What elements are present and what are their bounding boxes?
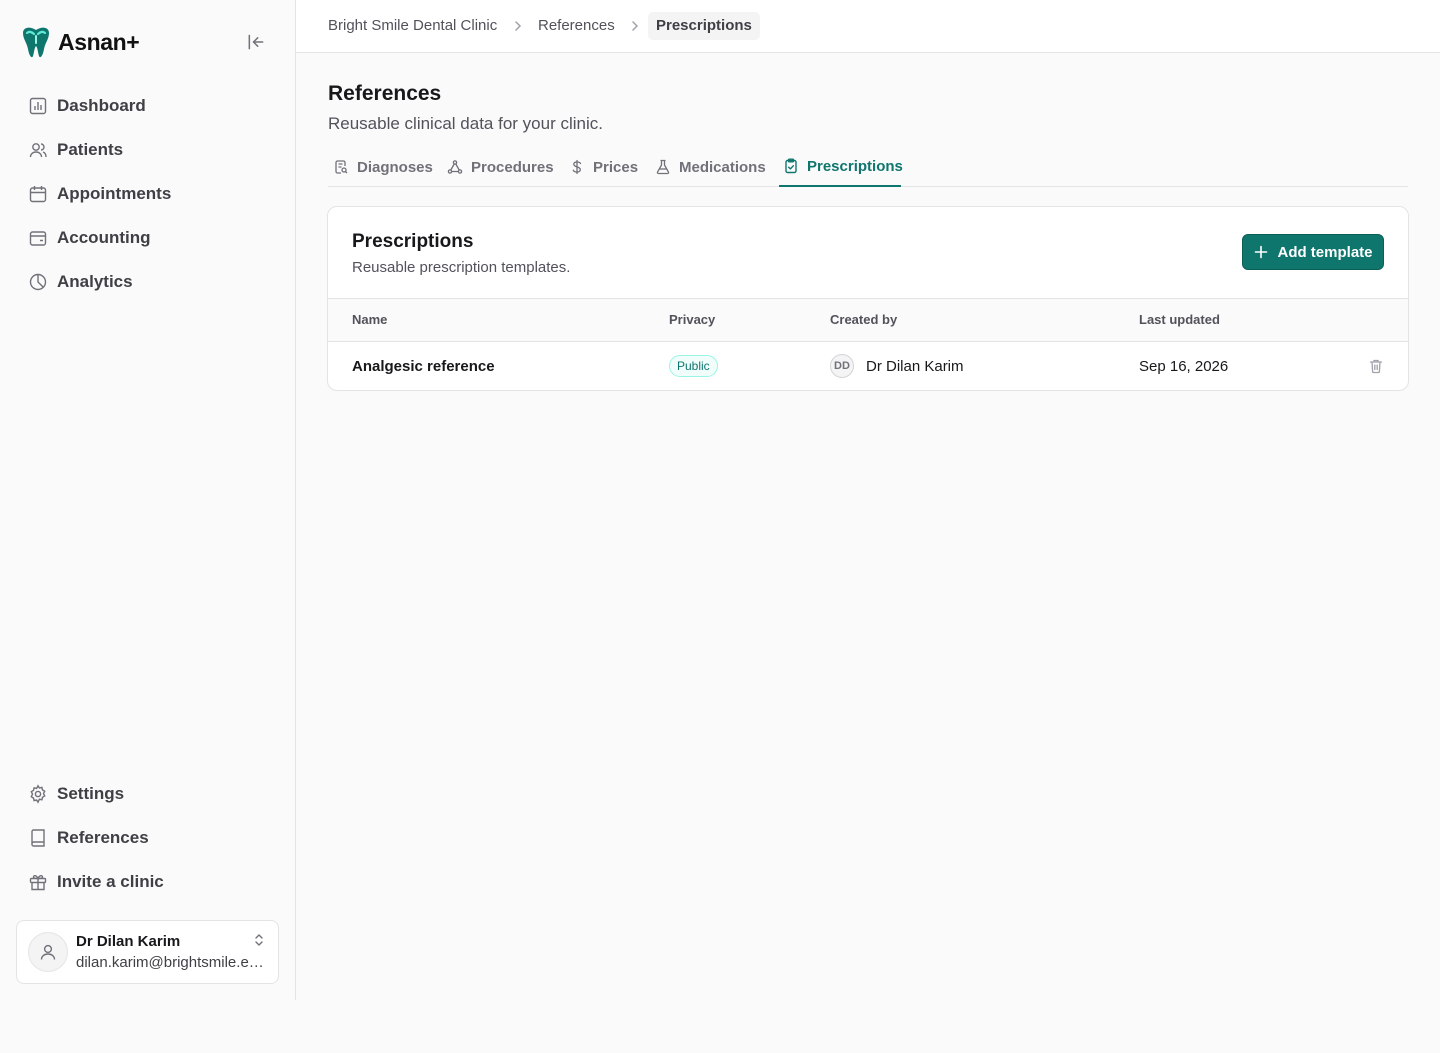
- tab-medications[interactable]: Medications: [655, 147, 766, 187]
- sidebar-item-label: References: [57, 828, 149, 847]
- brand-name: Asnan+: [58, 28, 140, 55]
- sidebar-item-label: Appointments: [57, 184, 172, 203]
- reference-tabs: Diagnoses Procedures Prices Medications …: [328, 147, 1408, 187]
- tab-label: Prescriptions: [807, 157, 903, 175]
- page-subtitle: Reusable clinical data for your clinic.: [328, 114, 603, 133]
- chevron-up-down-icon: [255, 934, 263, 946]
- user-name: Dr Dilan Karim: [76, 933, 181, 950]
- template-name: Analgesic reference: [352, 358, 495, 375]
- sidebar-item-patients[interactable]: Patients: [18, 132, 278, 168]
- sidebar-item-references[interactable]: References: [18, 820, 278, 856]
- column-header-name[interactable]: Name: [352, 312, 387, 327]
- chevron-right-icon: [515, 21, 522, 31]
- gift-icon: [29, 874, 47, 891]
- users-icon: [29, 143, 47, 158]
- creator-avatar: DD: [830, 354, 854, 378]
- sidebar-item-dashboard[interactable]: Dashboard: [18, 88, 278, 124]
- sidebar-item-appointments[interactable]: Appointments: [18, 176, 278, 212]
- chevron-right-icon: [632, 21, 639, 31]
- book-icon: [31, 829, 45, 847]
- user-email: dilan.karim@brightsmile.example.com: [76, 954, 268, 971]
- privacy-badge: Public: [669, 355, 718, 377]
- flask-icon: [656, 159, 670, 175]
- creator-name: Dr Dilan Karim: [866, 358, 964, 375]
- sidebar-item-settings[interactable]: Settings: [18, 776, 278, 812]
- sidebar-item-label: Patients: [57, 140, 124, 159]
- tab-label: Procedures: [471, 158, 554, 176]
- sidebar-item-label: Settings: [57, 784, 125, 803]
- last-updated: Sep 16, 2026: [1139, 358, 1229, 375]
- tab-label: Diagnoses: [357, 158, 433, 176]
- plus-icon: [1255, 245, 1268, 259]
- tooth-logo-icon: [23, 27, 49, 58]
- sidebar-item-label: Dashboard: [57, 96, 146, 115]
- sidebar-item-label: Accounting: [57, 228, 151, 247]
- add-template-button[interactable]: Add template: [1242, 234, 1384, 270]
- breadcrumb-clinic[interactable]: Bright Smile Dental Clinic: [328, 17, 497, 34]
- brand[interactable]: Asnan+: [18, 24, 140, 60]
- panel-collapse-icon: [248, 34, 264, 50]
- sidebar-item-label: Analytics: [57, 272, 133, 291]
- sidebar: Asnan+ Dashboard Patients Appointments A…: [0, 0, 296, 1000]
- chart-icon: [29, 97, 47, 115]
- sidebar-item-analytics[interactable]: Analytics: [18, 264, 278, 300]
- breadcrumb-current: Prescriptions: [648, 12, 760, 40]
- sidebar-item-accounting[interactable]: Accounting: [18, 220, 278, 256]
- calendar-icon: [29, 186, 47, 203]
- wallet-icon: [29, 231, 47, 246]
- clipboard-check-icon: [785, 158, 797, 174]
- dollar-icon: [572, 159, 582, 175]
- file-search-icon: [335, 160, 348, 174]
- pie-chart-icon: [29, 273, 47, 291]
- tab-diagnoses[interactable]: Diagnoses: [333, 147, 433, 187]
- breadcrumb-references[interactable]: References: [538, 17, 615, 34]
- avatar: [28, 932, 68, 972]
- tab-prices[interactable]: Prices: [569, 147, 638, 187]
- user-menu[interactable]: Dr Dilan Karim dilan.karim@brightsmile.e…: [16, 920, 279, 984]
- column-header-privacy[interactable]: Privacy: [669, 312, 715, 327]
- user-icon: [40, 944, 56, 960]
- table-row[interactable]: Analgesic reference Public DD Dr Dilan K…: [328, 342, 1408, 390]
- sidebar-item-invite-clinic[interactable]: Invite a clinic: [18, 864, 278, 900]
- card-description: Reusable prescription templates.: [352, 259, 571, 276]
- table-header: Name Privacy Created by Last updated: [328, 298, 1408, 342]
- breadcrumb: Bright Smile Dental Clinic References Pr…: [296, 0, 1440, 53]
- gear-icon: [30, 784, 46, 804]
- page-title: References: [328, 82, 442, 105]
- tab-procedures[interactable]: Procedures: [447, 147, 554, 187]
- add-template-label: Add template: [1277, 243, 1373, 261]
- tab-prescriptions[interactable]: Prescriptions: [779, 147, 903, 187]
- collapse-sidebar-button[interactable]: [244, 30, 268, 54]
- column-header-last-updated[interactable]: Last updated: [1139, 312, 1220, 327]
- prescriptions-card: Prescriptions Reusable prescription temp…: [327, 206, 1409, 391]
- card-title: Prescriptions: [352, 231, 474, 252]
- sidebar-item-label: Invite a clinic: [57, 872, 164, 891]
- column-header-created-by[interactable]: Created by: [830, 312, 897, 327]
- trash-icon[interactable]: [1368, 358, 1384, 374]
- network-icon: [447, 160, 463, 174]
- tab-label: Prices: [593, 158, 639, 176]
- tab-label: Medications: [679, 158, 766, 176]
